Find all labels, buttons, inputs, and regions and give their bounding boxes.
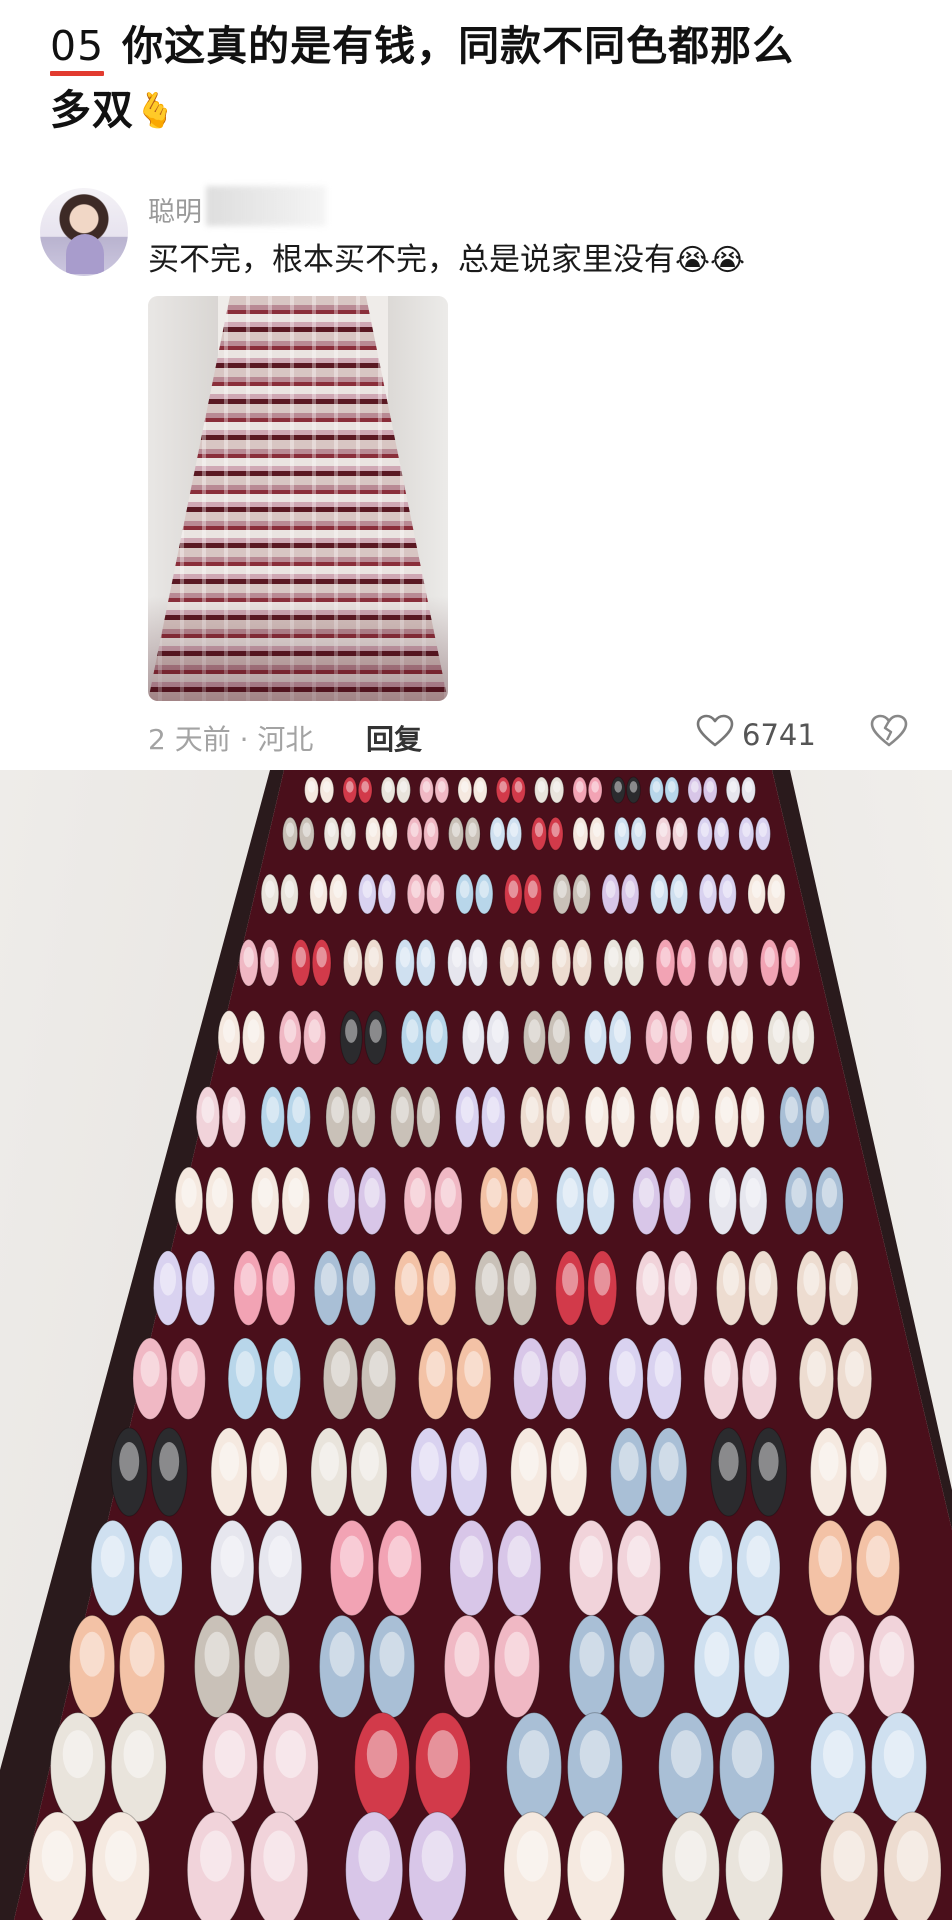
comment-card: 聪明 买不完，根本买不完，总是说家里没有😭😭 2 天前 · 河北 回复 6741 — [0, 172, 952, 770]
post-number: 05 — [50, 14, 105, 78]
post-title-line2: 多双 — [50, 86, 134, 134]
username-blur — [206, 186, 326, 226]
heart-outline-icon — [696, 714, 734, 755]
avatar[interactable] — [40, 188, 128, 276]
shoe-rows-photo[interactable] — [0, 770, 952, 1920]
comment-image[interactable] — [148, 296, 448, 701]
crying-emoji: 😭😭 — [675, 243, 746, 278]
like-count: 6741 — [742, 717, 816, 752]
finger-heart-emoji: 🫰 — [134, 91, 178, 131]
comment-meta: 2 天前 · 河北 回复 6741 — [148, 712, 928, 756]
comment-time-location: 2 天前 · 河北 — [148, 723, 314, 756]
comment-text: 买不完，根本买不完，总是说家里没有😭😭 — [148, 242, 746, 278]
broken-heart-icon[interactable] — [870, 714, 908, 755]
shoes-illustration — [28, 776, 942, 1920]
post-title-line1: 你这真的是有钱，同款不同色都那么 — [122, 22, 795, 70]
post-title: 05 你这真的是有钱，同款不同色都那么 — [50, 14, 920, 78]
comment-username[interactable]: 聪明 — [148, 190, 202, 229]
like-button[interactable]: 6741 — [696, 714, 816, 755]
post-header: 05 你这真的是有钱，同款不同色都那么 多双🫰 — [50, 14, 920, 143]
reply-button[interactable]: 回复 — [366, 718, 422, 758]
